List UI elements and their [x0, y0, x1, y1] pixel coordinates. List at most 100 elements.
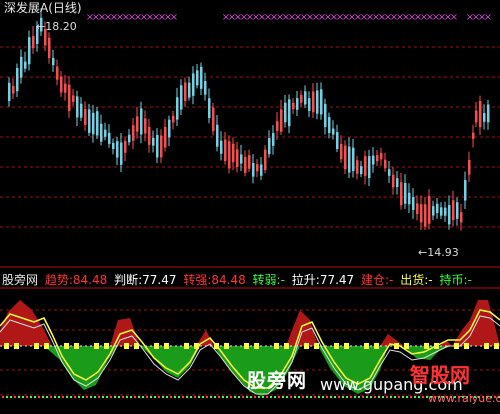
- price-low-value: 14.93: [427, 246, 459, 259]
- candle-body: [192, 73, 195, 96]
- candle-body: [124, 140, 127, 153]
- candle-body: [432, 206, 435, 216]
- candle-body: [188, 82, 191, 98]
- zero-marker: [484, 343, 489, 349]
- zero-marker: [4, 343, 9, 349]
- signal-marker: ×: [170, 12, 178, 23]
- candle-body: [104, 129, 107, 137]
- candle-body: [156, 135, 159, 158]
- candle-body: [284, 102, 287, 123]
- candle-body: [48, 37, 51, 59]
- candle-body: [444, 207, 447, 216]
- candle-body: [464, 180, 467, 201]
- candle-body: [264, 149, 267, 171]
- indicator-build: 建仓:-: [361, 273, 394, 287]
- candle-body: [220, 140, 223, 154]
- candle-body: [108, 132, 111, 144]
- candle-body: [68, 84, 71, 112]
- candle-body: [487, 104, 490, 123]
- candle-body: [440, 207, 443, 216]
- candle-body: [92, 112, 95, 135]
- zero-marker: [314, 343, 319, 349]
- candle-body: [80, 103, 83, 118]
- candle-body: [364, 156, 367, 176]
- candle-body: [352, 147, 355, 172]
- price-high-value: 18.20: [45, 20, 77, 33]
- candle-body: [88, 109, 91, 133]
- bull-area: [0, 300, 500, 346]
- indicator-hold: 持币:-: [439, 273, 472, 287]
- candle-body: [76, 96, 79, 118]
- candle-body: [32, 36, 35, 49]
- candle-body: [328, 117, 331, 134]
- candle-body: [312, 91, 315, 113]
- zero-marker: [164, 343, 169, 349]
- candle-body: [424, 204, 427, 227]
- candle-body: [468, 159, 471, 175]
- candle-body: [360, 166, 363, 175]
- signal-marker: ×: [450, 12, 458, 23]
- zero-marker: [194, 343, 199, 349]
- candle-body: [332, 128, 335, 135]
- candle-body: [196, 70, 199, 86]
- candle-body: [452, 200, 455, 221]
- candle-body: [228, 141, 231, 169]
- candle-body: [136, 116, 139, 132]
- candle-body: [336, 132, 339, 150]
- price-low-label: ←14.93: [418, 246, 459, 259]
- candle-body: [252, 163, 255, 177]
- watermark-brand-url: www.raiyue.com: [428, 392, 500, 405]
- candle-body: [416, 203, 419, 215]
- candle-body: [304, 91, 307, 105]
- candle-body: [184, 82, 187, 101]
- candle-body: [316, 90, 319, 114]
- candle-body: [268, 137, 271, 155]
- candle-body: [276, 121, 279, 131]
- candle-body: [392, 174, 395, 188]
- candle-body: [300, 94, 303, 103]
- candle-body: [479, 100, 482, 128]
- zero-marker: [404, 343, 409, 349]
- candle-body: [176, 97, 179, 120]
- candle-body: [200, 66, 203, 89]
- candle-body: [180, 85, 183, 110]
- zero-marker: [254, 343, 259, 349]
- candle-body: [28, 37, 31, 65]
- zero-marker: [434, 343, 439, 349]
- price-high-label: ←18.20: [36, 20, 77, 33]
- candle-body: [324, 103, 327, 128]
- candle-body: [152, 137, 155, 146]
- candle-body: [408, 192, 411, 205]
- indicator-strong: 转强:84.48: [183, 273, 246, 287]
- candle-body: [380, 153, 383, 160]
- candle-body: [456, 202, 459, 219]
- indicator-trend: 趋势:84.48: [44, 273, 108, 287]
- candle-body: [240, 154, 243, 164]
- watermark-brand-logo: 智股网: [410, 363, 470, 387]
- candle-body: [24, 61, 27, 69]
- candle-body: [96, 111, 99, 136]
- candle-body: [204, 81, 207, 95]
- candle-body: [404, 182, 407, 204]
- zero-marker: [34, 343, 39, 349]
- kline-chart[interactable]: ××××××××××××××× ×××××××××××××××××××××××××…: [0, 0, 500, 410]
- candle-body: [412, 197, 415, 210]
- zero-marker: [154, 343, 159, 349]
- candle-body: [428, 196, 431, 224]
- candle-body: [140, 108, 143, 135]
- candle-body: [100, 123, 103, 142]
- candle-body: [72, 95, 75, 102]
- candle-body: [376, 155, 379, 162]
- indicator-legend: 股旁网 趋势:84.48 判断:77.47 转强:84.48 转弱:- 拉升:7…: [2, 271, 475, 287]
- candle-body: [132, 125, 135, 141]
- candle-body: [320, 89, 323, 115]
- candle-body: [436, 203, 439, 213]
- candle-body: [396, 178, 399, 188]
- signal-marker: ×: [484, 12, 492, 23]
- candle-body: [224, 139, 227, 161]
- zero-marker: [74, 343, 79, 349]
- indicator-name[interactable]: 股旁网: [2, 273, 38, 287]
- candle-body: [483, 113, 486, 122]
- candle-body: [356, 160, 359, 174]
- zero-marker: [424, 343, 429, 349]
